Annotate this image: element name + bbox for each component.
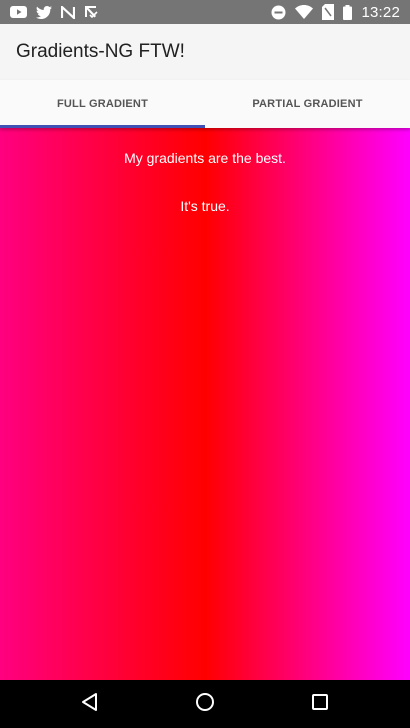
tab-label: PARTIAL GRADIENT xyxy=(252,98,363,110)
n-app-icon xyxy=(61,5,75,19)
notification-icons xyxy=(10,0,107,24)
tab-label: FULL GRADIENT xyxy=(56,98,148,110)
home-button[interactable] xyxy=(175,680,235,728)
status-bar: 13:22 xyxy=(0,0,410,24)
home-icon xyxy=(195,692,215,717)
tab-full-gradient[interactable]: FULL GRADIENT xyxy=(0,80,205,128)
download-check-icon xyxy=(84,5,98,19)
app-title: Gradients-NG FTW! xyxy=(16,41,185,62)
message-line-1: My gradients are the best. xyxy=(124,150,286,166)
back-icon xyxy=(81,692,99,717)
navigation-bar xyxy=(0,680,410,728)
youtube-icon xyxy=(10,6,27,18)
clock: 13:22 xyxy=(361,3,400,21)
no-sim-icon xyxy=(322,4,335,20)
twitter-icon xyxy=(36,5,52,19)
do-not-disturb-icon xyxy=(271,5,286,20)
wifi-icon xyxy=(295,5,314,19)
tab-bar: FULL GRADIENT PARTIAL GRADIENT xyxy=(0,80,410,128)
tab-partial-gradient[interactable]: PARTIAL GRADIENT xyxy=(205,80,410,128)
app-bar: Gradients-NG FTW! xyxy=(0,24,410,80)
battery-icon xyxy=(343,4,353,20)
recents-button[interactable] xyxy=(290,680,350,728)
back-button[interactable] xyxy=(60,680,120,728)
message-line-2: It's true. xyxy=(180,198,230,214)
gradient-content: My gradients are the best. It's true. xyxy=(0,128,410,680)
screen: 13:22 Gradients-NG FTW! FULL GRADIENT PA… xyxy=(0,0,410,728)
system-icons: 13:22 xyxy=(262,0,400,24)
recents-icon xyxy=(311,693,329,716)
